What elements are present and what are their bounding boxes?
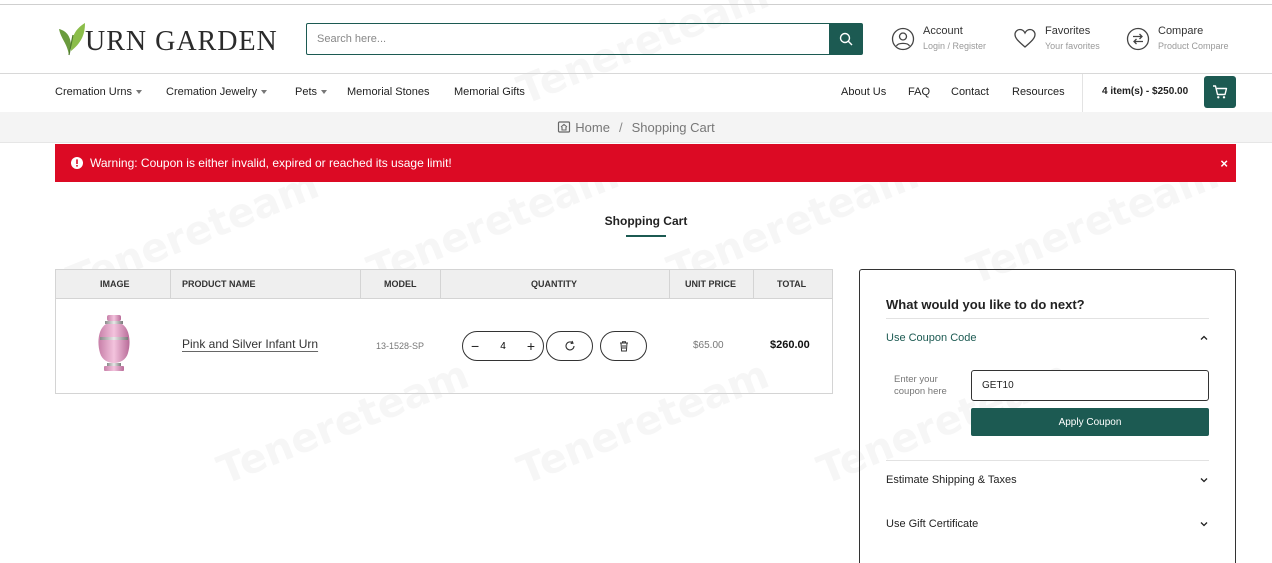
column-divider xyxy=(753,270,754,299)
panel-divider xyxy=(886,318,1209,319)
user-icon xyxy=(891,27,915,50)
nav-item-label: Cremation Jewelry xyxy=(166,86,258,98)
chevron-up-icon xyxy=(1200,335,1208,340)
close-icon[interactable]: × xyxy=(1220,156,1228,171)
panel-divider xyxy=(886,460,1209,461)
accordion-coupon-header[interactable]: Use Coupon Code xyxy=(886,332,1209,344)
table-header: Image Product Name Model Quantity Unit P… xyxy=(56,270,832,299)
nav-item-label: Contact xyxy=(951,86,989,98)
chevron-down-icon xyxy=(1200,522,1208,527)
minus-icon[interactable]: − xyxy=(471,338,479,354)
nav-divider xyxy=(1082,74,1083,112)
caret-down-icon xyxy=(136,90,143,94)
column-header-quantity: Quantity xyxy=(531,279,577,289)
nav-item-label: FAQ xyxy=(908,86,931,98)
cart-summary[interactable]: 4 item(s) - $250.00 xyxy=(1102,86,1188,97)
cart-table: Image Product Name Model Quantity Unit P… xyxy=(55,269,833,394)
nav-item-label: Resources xyxy=(1012,86,1065,98)
nav-item-memorial-gifts[interactable]: Memorial Gifts xyxy=(454,86,525,98)
cart-icon xyxy=(1213,85,1228,99)
product-model: 13-1528-SP xyxy=(376,341,425,351)
nav-item-label: Pets xyxy=(295,86,318,98)
accordion-label: Use Gift Certificate xyxy=(886,518,979,530)
update-button[interactable] xyxy=(546,331,593,361)
column-header-image: Image xyxy=(100,279,130,289)
favorites-title: Favorites xyxy=(1045,25,1091,37)
site-header: URN GARDEN Account Login / Register Favo… xyxy=(0,5,1272,73)
favorites-link[interactable]: Favorites Your favorites xyxy=(1013,25,1100,52)
column-divider xyxy=(669,270,670,299)
nav-item-resources[interactable]: Resources xyxy=(1012,86,1065,98)
nav-item-label: Memorial Gifts xyxy=(454,86,525,98)
heart-icon xyxy=(1014,28,1036,48)
column-divider xyxy=(360,270,361,299)
compare-link[interactable]: Compare Product Compare xyxy=(1126,25,1229,52)
search-button[interactable] xyxy=(829,24,862,54)
nav-item-label: Cremation Urns xyxy=(55,86,133,98)
accordion-label: Estimate Shipping & Taxes xyxy=(886,474,1017,486)
alert-message: Warning: Coupon is either invalid, expir… xyxy=(90,156,452,170)
line-total: $260.00 xyxy=(770,339,810,351)
panel-title: What would you like to do next? xyxy=(886,297,1085,312)
logo[interactable]: URN GARDEN xyxy=(57,17,278,57)
product-name-link[interactable]: Pink and Silver Infant Urn xyxy=(182,337,318,351)
refresh-icon xyxy=(565,340,575,351)
account-subtitle: Login / Register xyxy=(923,41,987,51)
apply-coupon-button[interactable]: Apply Coupon xyxy=(971,408,1209,436)
column-divider xyxy=(440,270,441,299)
page-title: Shopping Cart xyxy=(604,214,688,228)
unit-price: $65.00 xyxy=(693,340,724,351)
accordion-label: Use Coupon Code xyxy=(886,332,977,344)
leaf-logo-icon xyxy=(59,23,85,56)
nav-item-contact[interactable]: Contact xyxy=(951,86,989,98)
search-input[interactable] xyxy=(307,24,829,54)
account-title: Account xyxy=(923,25,963,37)
chevron-down-icon xyxy=(1200,478,1208,483)
nav-item-label: Memorial Stones xyxy=(347,86,430,98)
plus-icon[interactable]: + xyxy=(527,338,535,354)
caret-down-icon xyxy=(321,90,328,94)
account-link[interactable]: Account Login / Register xyxy=(891,25,986,52)
compare-subtitle: Product Compare xyxy=(1158,41,1229,51)
exclamation-circle-icon xyxy=(71,157,83,169)
accordion-shipping-header[interactable]: Estimate Shipping & Taxes xyxy=(886,474,1209,486)
home-icon xyxy=(558,121,571,133)
remove-button[interactable] xyxy=(600,331,647,361)
compare-arrows-icon xyxy=(1126,27,1150,50)
logo-text: URN GARDEN xyxy=(85,26,278,57)
column-divider xyxy=(170,270,171,299)
nav-item-faq[interactable]: FAQ xyxy=(908,86,930,98)
quantity-stepper: − + xyxy=(462,331,544,361)
nav-item-cremation-urns[interactable]: Cremation Urns xyxy=(55,86,143,98)
coupon-input[interactable] xyxy=(971,370,1209,401)
coupon-label: Enter your coupon here xyxy=(894,374,947,397)
search-bar xyxy=(306,23,863,55)
column-header-product-name: Product Name xyxy=(182,279,256,289)
quantity-input[interactable] xyxy=(490,331,516,361)
breadcrumb: Home / Shopping Cart xyxy=(0,112,1272,143)
breadcrumb-home[interactable]: Home xyxy=(575,120,610,135)
caret-down-icon xyxy=(261,90,268,94)
next-steps-panel: What would you like to do next? Use Coup… xyxy=(859,269,1236,563)
favorites-subtitle: Your favorites xyxy=(1045,41,1100,51)
breadcrumb-current: Shopping Cart xyxy=(631,119,715,135)
column-header-total: Total xyxy=(777,279,807,289)
search-icon xyxy=(839,32,852,46)
nav-item-about-us[interactable]: About Us xyxy=(841,86,886,98)
accordion-gift-header[interactable]: Use Gift Certificate xyxy=(886,518,1209,530)
nav-item-memorial-stones[interactable]: Memorial Stones xyxy=(347,86,430,98)
nav-item-cremation-jewelry[interactable]: Cremation Jewelry xyxy=(166,86,268,98)
product-thumbnail[interactable] xyxy=(94,313,134,375)
compare-title: Compare xyxy=(1158,25,1204,37)
column-header-model: Model xyxy=(384,279,417,289)
nav-item-pets[interactable]: Pets xyxy=(295,86,328,98)
warning-alert: Warning: Coupon is either invalid, expir… xyxy=(55,144,1236,182)
title-underline xyxy=(626,235,666,237)
trash-icon xyxy=(619,341,628,352)
cart-button[interactable] xyxy=(1204,76,1236,108)
nav-item-label: About Us xyxy=(841,86,887,98)
main-nav: Cremation Urns Cremation Jewelry Pets Me… xyxy=(0,74,1272,112)
column-header-unit-price: Unit Price xyxy=(685,279,737,289)
breadcrumb-separator: / xyxy=(618,119,623,135)
